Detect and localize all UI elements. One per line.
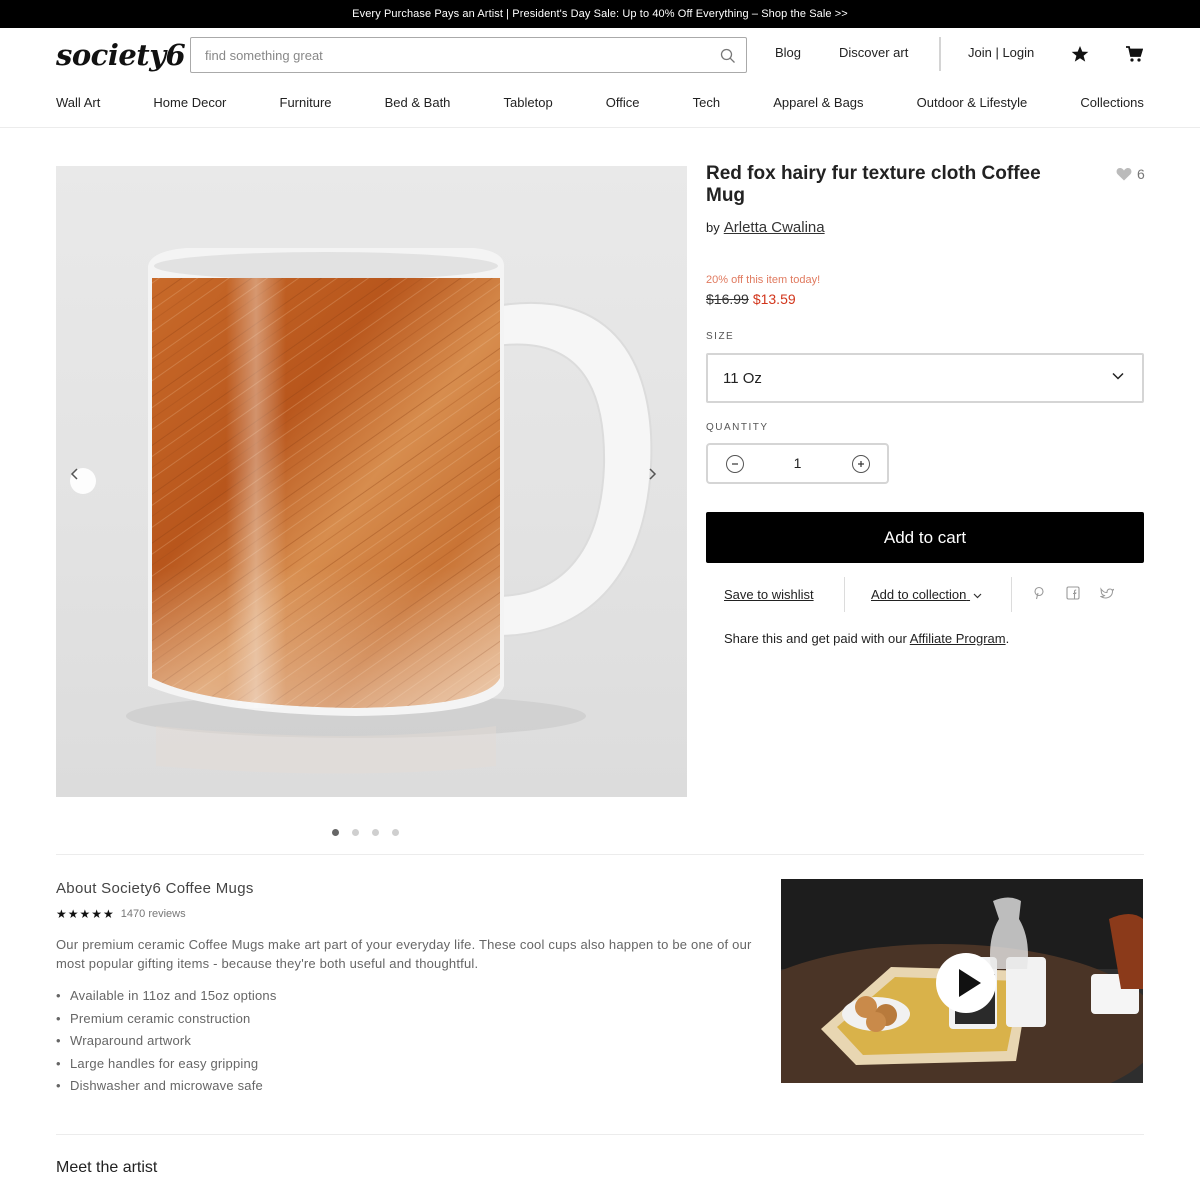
action-divider: [1011, 577, 1012, 612]
add-to-collection-label: Add to collection: [871, 587, 967, 602]
artist-link[interactable]: Arletta Cwalina: [724, 219, 825, 236]
chevron-right-icon: [649, 468, 657, 480]
search-icon[interactable]: [720, 48, 736, 64]
chevron-left-icon: [70, 468, 78, 480]
promo-banner-text[interactable]: Every Purchase Pays an Artist | Presiden…: [352, 8, 848, 20]
promo-text: 20% off this item today!: [706, 274, 821, 286]
rating-stars: ★★★★★: [56, 907, 115, 921]
feature-item: Large handles for easy gripping: [56, 1053, 277, 1076]
gallery-prev-button[interactable]: [70, 468, 96, 494]
mug-illustration: [126, 248, 653, 774]
feature-item: Available in 11oz and 15oz options: [56, 985, 277, 1008]
chevron-down-icon: [973, 593, 982, 598]
quantity-decrease-button[interactable]: [726, 455, 744, 473]
nav-item-furniture[interactable]: Furniture: [280, 95, 332, 110]
star-icon[interactable]: [1071, 45, 1089, 63]
product-video[interactable]: [781, 879, 1143, 1083]
gallery-next-button[interactable]: [647, 468, 673, 494]
product-image[interactable]: [56, 166, 687, 797]
plus-icon: [858, 461, 864, 467]
nav-item-home-decor[interactable]: Home Decor: [153, 95, 226, 110]
chevron-down-icon: [1112, 372, 1124, 380]
search-input[interactable]: [191, 38, 711, 72]
header-divider: [939, 37, 941, 71]
nav-item-apparel-bags[interactable]: Apparel & Bags: [773, 95, 863, 110]
facebook-icon[interactable]: [1066, 586, 1080, 600]
twitter-icon[interactable]: [1100, 586, 1114, 600]
price-block: $16.99 $13.59: [706, 291, 796, 307]
category-nav: Wall Art Home Decor Furniture Bed & Bath…: [56, 95, 1144, 110]
rating[interactable]: ★★★★★ 1470 reviews: [56, 907, 186, 921]
nav-item-outdoor-lifestyle[interactable]: Outdoor & Lifestyle: [917, 95, 1028, 110]
gallery-dot[interactable]: [352, 829, 359, 836]
blog-link[interactable]: Blog: [775, 45, 801, 60]
nav-item-wall-art[interactable]: Wall Art: [56, 95, 100, 110]
quantity-stepper: 1: [706, 443, 889, 484]
by-label: by: [706, 220, 720, 235]
like-button[interactable]: 6: [1116, 166, 1145, 182]
nav-item-bed-bath[interactable]: Bed & Bath: [385, 95, 451, 110]
original-price: $16.99: [706, 291, 749, 307]
review-count[interactable]: 1470 reviews: [121, 908, 186, 920]
about-title: About Society6 Coffee Mugs: [56, 880, 254, 897]
affiliate-suffix: .: [1005, 631, 1010, 646]
nav-item-office[interactable]: Office: [606, 95, 640, 110]
nav-item-tabletop[interactable]: Tabletop: [504, 95, 553, 110]
gallery-dot[interactable]: [332, 829, 339, 836]
pinterest-icon[interactable]: [1032, 586, 1046, 600]
society6-logo[interactable]: society6: [56, 38, 186, 72]
nav-item-tech[interactable]: Tech: [693, 95, 720, 110]
feature-item: Dishwasher and microwave safe: [56, 1075, 277, 1098]
product-title: Red fox hairy fur texture cloth Coffee M…: [706, 163, 1041, 206]
quantity-increase-button[interactable]: [852, 455, 870, 473]
add-to-cart-button[interactable]: Add to cart: [706, 512, 1144, 563]
quantity-label: QUANTITY: [706, 422, 769, 433]
sale-price: $13.59: [752, 291, 796, 307]
join-login-link[interactable]: Join | Login: [968, 45, 1034, 60]
affiliate-program-link[interactable]: Affiliate Program: [910, 631, 1006, 646]
play-icon[interactable]: [935, 952, 997, 1014]
gallery-dot[interactable]: [372, 829, 379, 836]
search-box[interactable]: [190, 37, 747, 73]
minus-icon: [732, 463, 738, 465]
save-to-wishlist-link[interactable]: Save to wishlist: [724, 587, 814, 602]
size-value: 11 Oz: [723, 369, 762, 387]
size-select[interactable]: 11 Oz: [706, 353, 1144, 403]
feature-item: Wraparound artwork: [56, 1030, 277, 1053]
gallery-dot[interactable]: [392, 829, 399, 836]
add-to-collection-link[interactable]: Add to collection: [871, 587, 982, 602]
affiliate-text: Share this and get paid with our Affilia…: [724, 631, 1009, 646]
discover-art-link[interactable]: Discover art: [839, 45, 908, 60]
nav-item-collections[interactable]: Collections: [1080, 95, 1144, 110]
artist-byline: by Arletta Cwalina: [706, 219, 825, 236]
feature-list: Available in 11oz and 15oz options Premi…: [56, 985, 277, 1098]
like-count: 6: [1137, 166, 1145, 182]
cart-icon[interactable]: [1125, 45, 1143, 63]
about-description: Our premium ceramic Coffee Mugs make art…: [56, 937, 752, 971]
feature-item: Premium ceramic construction: [56, 1008, 277, 1031]
gallery-dots: [332, 829, 399, 836]
affiliate-prefix: Share this and get paid with our: [724, 631, 910, 646]
nav-divider: [0, 127, 1200, 128]
section-divider: [56, 1134, 1144, 1135]
section-divider: [56, 854, 1144, 855]
promo-banner[interactable]: Every Purchase Pays an Artist | Presiden…: [0, 0, 1200, 28]
heart-icon: [1116, 168, 1132, 181]
action-divider: [844, 577, 845, 612]
size-label: SIZE: [706, 331, 735, 342]
meet-artist-title: Meet the artist: [56, 1159, 158, 1176]
